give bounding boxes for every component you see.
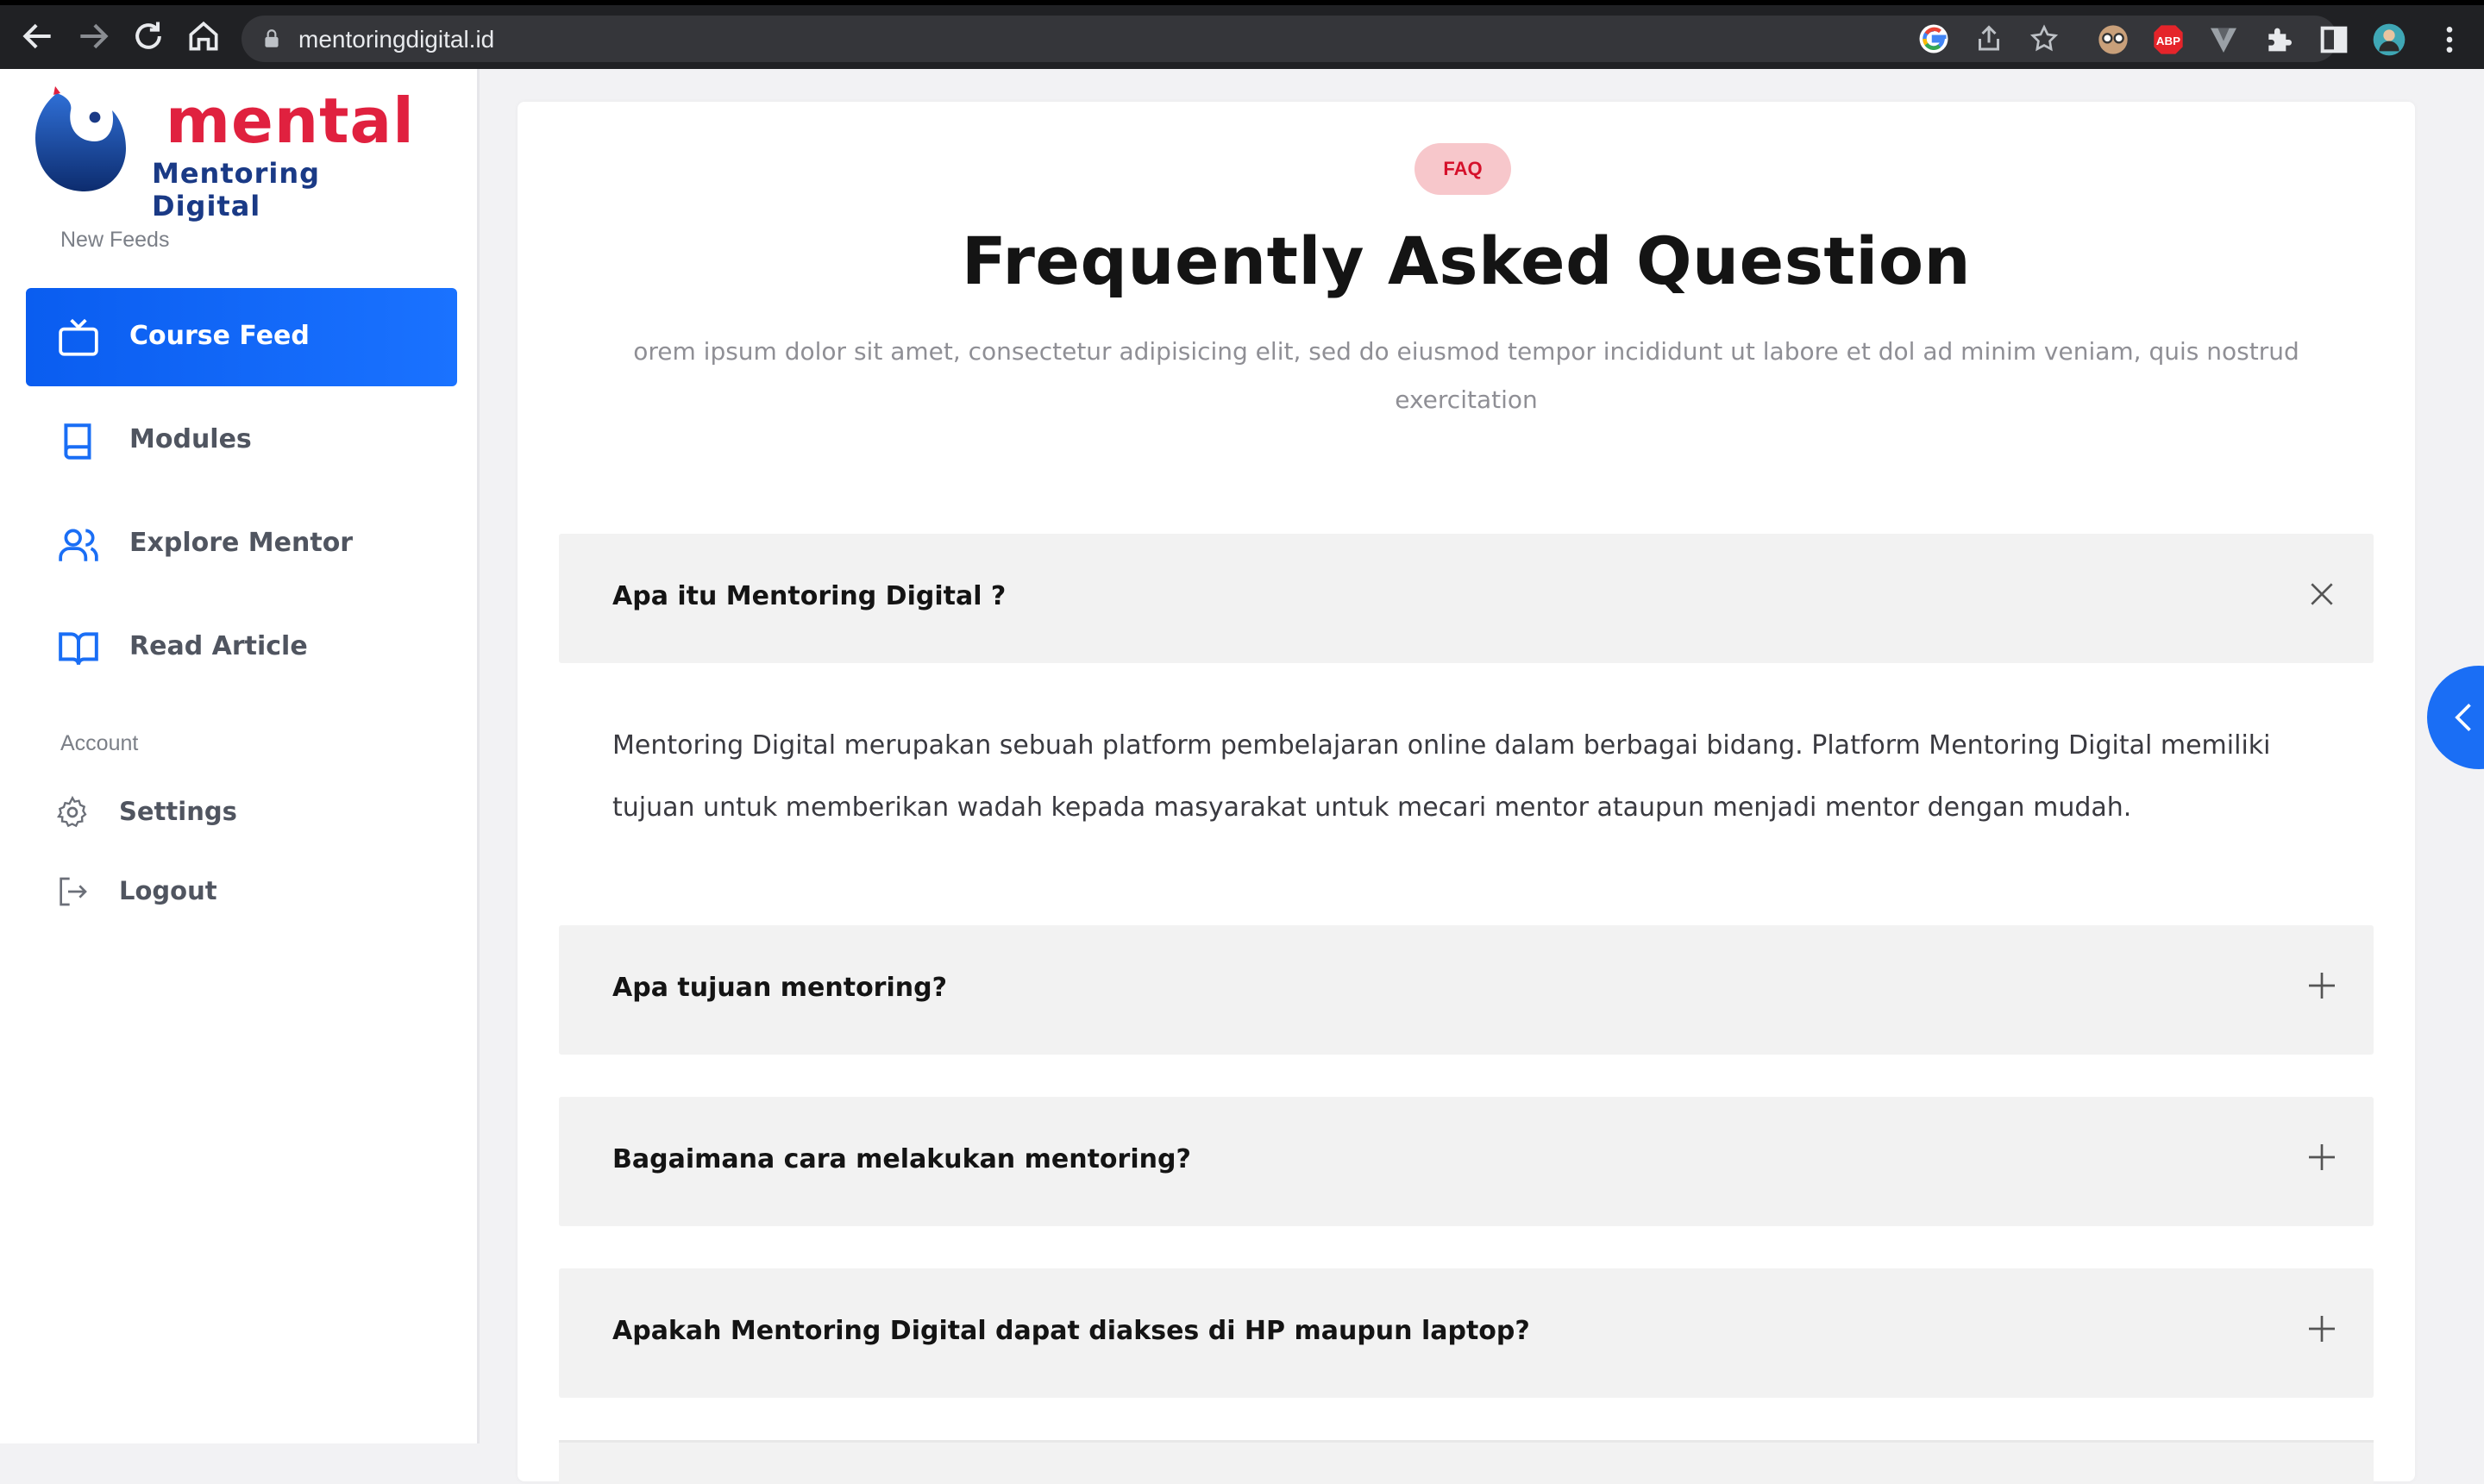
section-label-account: Account — [60, 731, 139, 755]
page-subtitle: orem ipsum dolor sit amet, consectetur a… — [633, 337, 2299, 414]
faq-question-header[interactable]: Bagaimana cara melakukan mentoring? — [559, 1097, 2374, 1226]
brand-logo[interactable]: mental Mentoring Digital — [33, 83, 430, 222]
faq-question: Apakah Mentoring Digital dapat diakses d… — [612, 1316, 1530, 1346]
plus-icon[interactable] — [2305, 1140, 2339, 1174]
browser-toolbar: mentoringdigital.id ABP — [0, 0, 2484, 69]
profile-avatar-icon[interactable] — [2372, 22, 2406, 57]
sidebar-item-logout[interactable]: Logout — [52, 864, 397, 916]
logo-wordmark: mental — [166, 85, 415, 157]
sidebar-item-explore-mentor[interactable]: Explore Mentor — [26, 495, 457, 593]
faq-question-header[interactable]: Apa itu Mentoring Digital ? — [559, 534, 2374, 663]
forward-arrow-icon[interactable] — [74, 17, 112, 55]
tv-icon — [59, 318, 98, 356]
faq-question-header[interactable]: Apa tujuan mentoring? — [559, 925, 2374, 1055]
browser-menu-icon[interactable] — [2432, 22, 2467, 57]
faq-question-header[interactable]: Apakah Mentoring Digital dapat diakses d… — [559, 1268, 2374, 1398]
sidebar-item-label: Modules — [129, 424, 252, 454]
address-bar[interactable]: mentoringdigital.id — [242, 16, 2337, 62]
sidebar: mental Mentoring Digital New Feeds Cours… — [0, 69, 480, 1443]
logo-mark-icon — [35, 86, 126, 191]
section-label-new-feeds: New Feeds — [60, 228, 170, 252]
sidebar-item-modules[interactable]: Modules — [26, 391, 457, 490]
sidebar-item-settings[interactable]: Settings — [52, 785, 397, 836]
url-text[interactable]: mentoringdigital.id — [298, 26, 494, 53]
faq-item: Apa itu Mentoring Digital ? Mentoring Di… — [559, 534, 2374, 879]
star-bookmark-icon[interactable] — [2029, 23, 2060, 54]
logo-tagline: Mentoring Digital — [152, 157, 321, 222]
svg-text:ABP: ABP — [2156, 34, 2180, 47]
close-icon[interactable] — [2305, 577, 2339, 611]
faq-item: Apakah Mentoring Digital dapat diakses d… — [559, 1268, 2374, 1398]
plus-icon[interactable] — [2305, 968, 2339, 1003]
faq-card: FAQ Frequently Asked Question orem ipsum… — [518, 102, 2415, 1484]
open-book-icon — [59, 632, 98, 666]
sidebar-item-label: Explore Mentor — [129, 528, 354, 558]
sidebar-item-label: Logout — [119, 876, 217, 905]
side-drawer-tab[interactable] — [2427, 666, 2484, 769]
page-title: Frequently Asked Question — [961, 222, 1972, 299]
book-icon — [64, 423, 91, 460]
adblock-plus-icon[interactable]: ABP — [2151, 22, 2186, 57]
logout-icon — [60, 877, 87, 906]
sidebar-toggle-icon[interactable] — [2317, 22, 2351, 57]
faq-answer: Mentoring Digital merupakan sebuah platf… — [612, 730, 2271, 823]
reload-icon[interactable] — [129, 17, 167, 55]
sidebar-item-read-article[interactable]: Read Article — [26, 598, 457, 697]
lock-icon[interactable] — [260, 28, 283, 50]
sidebar-item-label: Read Article — [129, 631, 308, 661]
share-icon[interactable] — [1973, 23, 2004, 54]
faq-item[interactable] — [559, 1440, 2374, 1484]
plus-icon[interactable] — [2305, 1312, 2339, 1346]
chevron-left-icon — [2455, 704, 2471, 731]
google-icon[interactable] — [1918, 23, 1949, 54]
faq-item: Apa tujuan mentoring? — [559, 925, 2374, 1055]
gear-icon — [57, 795, 87, 828]
back-arrow-icon[interactable] — [19, 17, 57, 55]
sidebar-item-label: Settings — [119, 797, 237, 826]
users-icon — [59, 529, 98, 561]
sidebar-item-course-feed[interactable]: Course Feed — [26, 288, 457, 386]
faq-badge: FAQ — [1414, 143, 1511, 195]
glasses-extension-icon[interactable] — [2096, 22, 2130, 57]
vimium-extension-icon[interactable] — [2206, 22, 2241, 57]
sidebar-item-label: Course Feed — [129, 321, 310, 351]
faq-question: Apa tujuan mentoring? — [612, 973, 947, 1003]
puzzle-extensions-icon[interactable] — [2261, 22, 2296, 57]
home-icon[interactable] — [185, 17, 223, 55]
faq-question: Bagaimana cara melakukan mentoring? — [612, 1144, 1191, 1174]
faq-item: Bagaimana cara melakukan mentoring? — [559, 1097, 2374, 1226]
faq-question: Apa itu Mentoring Digital ? — [612, 581, 1007, 611]
